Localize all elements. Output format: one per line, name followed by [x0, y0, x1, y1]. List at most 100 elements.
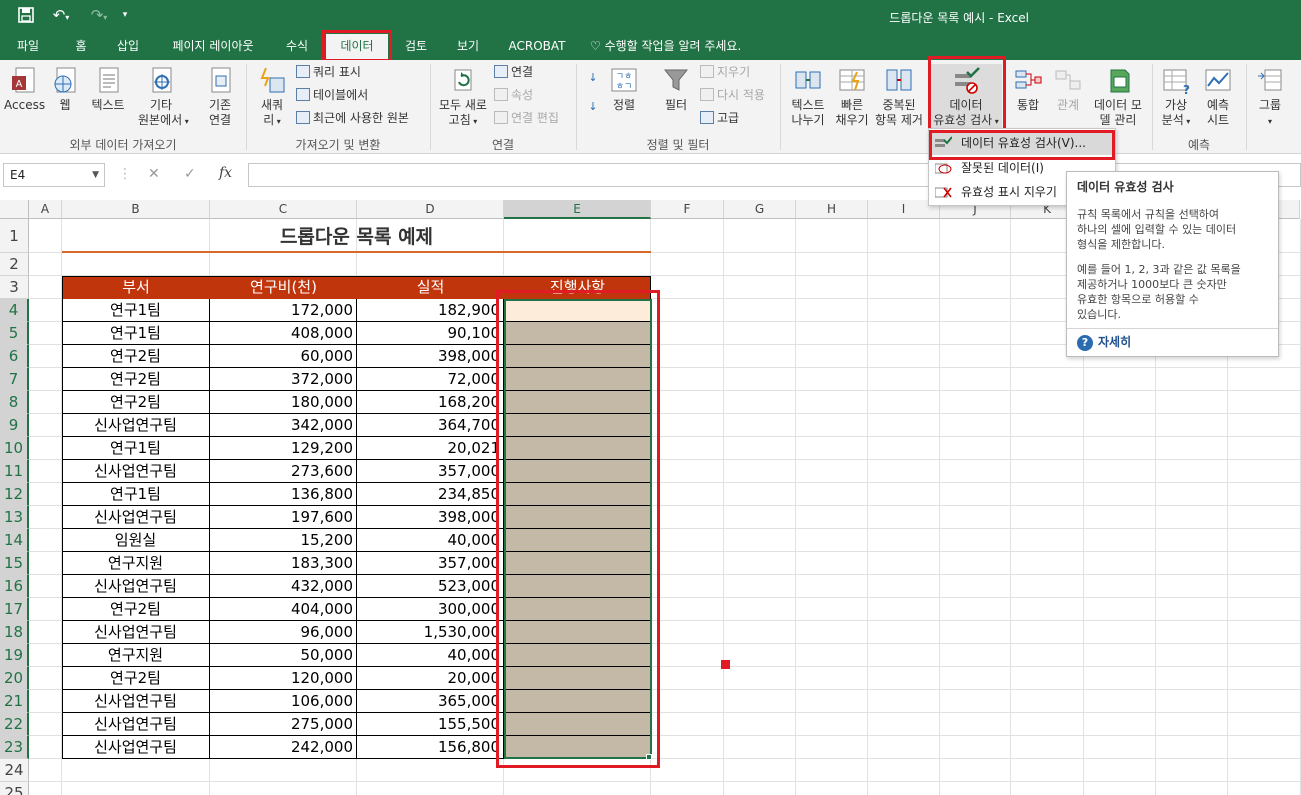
group-sort-filter: 정렬 및 필터 — [646, 138, 710, 152]
row-header-5[interactable]: 5 — [0, 322, 29, 345]
row-header-23[interactable]: 23 — [0, 736, 29, 759]
name-box-dropdown-icon[interactable]: ▼ — [92, 164, 99, 186]
row-header-14[interactable]: 14 — [0, 529, 29, 552]
row-header-20[interactable]: 20 — [0, 667, 29, 690]
row-header-2[interactable]: 2 — [0, 253, 29, 276]
column-header-e[interactable]: E — [504, 200, 651, 219]
column-header-b[interactable]: B — [62, 200, 210, 219]
row-header-19[interactable]: 19 — [0, 644, 29, 667]
recent-sources-icon — [296, 111, 310, 124]
row-header-4[interactable]: 4 — [0, 299, 29, 322]
tell-me-text: 수행할 작업을 알려 주세요. — [604, 39, 742, 53]
existing-connections-button[interactable]: 기존 연결 — [200, 66, 240, 128]
group-connections: 연결 — [491, 138, 515, 152]
cancel-icon[interactable]: ✕ — [148, 166, 160, 182]
lightbulb-icon: ♡ — [590, 39, 605, 53]
what-if-analysis-button[interactable]: ? 가상 분석 ▾ — [1156, 66, 1196, 129]
properties-button[interactable]: 속성 — [494, 86, 533, 106]
row-header-21[interactable]: 21 — [0, 690, 29, 713]
relationships-button[interactable]: 관계 — [1050, 66, 1086, 113]
forecast-sheet-icon — [1205, 69, 1231, 91]
reapply-button[interactable]: 다시 적용 — [700, 86, 765, 106]
connections-button[interactable]: 연결 — [494, 63, 533, 83]
recent-sources-button[interactable]: 최근에 사용한 원본 — [296, 109, 409, 129]
row-header-7[interactable]: 7 — [0, 368, 29, 391]
edit-links-button[interactable]: 연결 편집 — [494, 109, 559, 129]
access-button[interactable]: A Access — [4, 66, 45, 113]
refresh-all-button[interactable]: 모두 새로 고침 ▾ — [436, 66, 490, 129]
row-header-18[interactable]: 18 — [0, 621, 29, 644]
row-header-24[interactable]: 24 — [0, 759, 29, 782]
globe-icon — [54, 67, 76, 93]
edit-links-icon — [494, 111, 508, 124]
remove-duplicates-button[interactable]: 중복된 항목 제거 — [872, 66, 926, 128]
row-header-15[interactable]: 15 — [0, 552, 29, 575]
column-header-h[interactable]: H — [796, 200, 868, 219]
row-header-22[interactable]: 22 — [0, 713, 29, 736]
column-header-d[interactable]: D — [357, 200, 504, 219]
data-validation-tooltip: 데이터 유효성 검사 규칙 목록에서 규칙을 선택하여 하나의 셀에 입력할 수… — [1066, 171, 1279, 357]
sort-ascending-icon: ↓ — [588, 71, 598, 84]
row-header-10[interactable]: 10 — [0, 437, 29, 460]
grid-column-line — [939, 219, 940, 795]
row-header-3[interactable]: 3 — [0, 276, 29, 299]
text-file-icon — [99, 67, 119, 93]
consolidate-button[interactable]: 통합 — [1010, 66, 1046, 113]
insert-function-icon[interactable]: fx — [219, 165, 232, 181]
clear-filter-button[interactable]: 지우기 — [700, 63, 750, 83]
text-to-columns-button[interactable]: 텍스트 나누기 — [786, 66, 830, 128]
column-header-g[interactable]: G — [724, 200, 796, 219]
name-box[interactable]: E4 ▼ — [3, 163, 105, 187]
row-header-1[interactable]: 1 — [0, 219, 29, 253]
tell-me-box[interactable]: ♡ 수행할 작업을 알려 주세요. — [590, 32, 741, 60]
select-all-corner[interactable] — [0, 200, 29, 219]
flash-fill-button[interactable]: 빠른 채우기 — [834, 66, 870, 128]
manage-data-model-button[interactable]: 데이터 모델 관리 — [1090, 66, 1146, 128]
existing-connections-icon — [211, 67, 231, 93]
column-header-c[interactable]: C — [210, 200, 357, 219]
enter-icon[interactable]: ✓ — [184, 166, 196, 182]
row-header-25[interactable]: 25 — [0, 782, 29, 795]
advanced-filter-icon — [700, 111, 714, 124]
tab-view[interactable]: 보기 — [448, 32, 488, 60]
row-header-13[interactable]: 13 — [0, 506, 29, 529]
row-header-6[interactable]: 6 — [0, 345, 29, 368]
svg-text:ㅎㄱ: ㅎㄱ — [616, 82, 633, 92]
tooltip-more-link[interactable]: ? 자세히 — [1067, 328, 1278, 357]
show-queries-button[interactable]: 쿼리 표시 — [296, 63, 361, 83]
sort-button[interactable]: ㄱㅎ ㅎㄱ 정렬 — [606, 66, 642, 113]
forecast-sheet-button[interactable]: 예측 시트 — [1200, 66, 1236, 128]
sheet-title: 드롭다운 목록 예제 — [279, 226, 434, 248]
tab-page-layout[interactable]: 페이지 레이아웃 — [160, 32, 266, 60]
row-header-12[interactable]: 12 — [0, 483, 29, 506]
tab-review[interactable]: 검토 — [396, 32, 436, 60]
web-button[interactable]: 웹 — [48, 66, 82, 113]
sort-asc-button[interactable]: ↓ ↓ — [582, 70, 604, 114]
filter-button[interactable]: 필터 — [656, 66, 696, 113]
sort-descending-icon[interactable]: ↓ — [582, 99, 604, 114]
tab-formulas[interactable]: 수식 — [276, 32, 318, 60]
new-query-button[interactable]: 새쿼 리 ▾ — [254, 66, 290, 129]
red-marker — [721, 660, 730, 669]
row-header-11[interactable]: 11 — [0, 460, 29, 483]
advanced-filter-button[interactable]: 고급 — [700, 109, 739, 129]
row-header-17[interactable]: 17 — [0, 598, 29, 621]
from-table-button[interactable]: 테이블에서 — [296, 86, 368, 106]
row-header-8[interactable]: 8 — [0, 391, 29, 414]
properties-icon — [494, 88, 508, 101]
tab-file[interactable]: 파일 — [8, 32, 48, 60]
text-file-button[interactable]: 텍스트 — [86, 66, 130, 113]
column-header-f[interactable]: F — [651, 200, 724, 219]
window-title: 드롭다운 목록 예시 - Excel — [889, 11, 1029, 25]
column-header-a[interactable]: A — [29, 200, 62, 219]
highlight-menu-item — [929, 130, 1115, 160]
row-header-9[interactable]: 9 — [0, 414, 29, 437]
other-sources-button[interactable]: 기타 원본에서 ▾ — [138, 66, 189, 129]
tab-home[interactable]: 홈 — [64, 32, 98, 60]
row-header-16[interactable]: 16 — [0, 575, 29, 598]
highlight-selection — [496, 290, 660, 768]
tab-acrobat[interactable]: ACROBAT — [500, 32, 574, 60]
group-rows-button[interactable]: 그룹 ▾ — [1252, 66, 1288, 129]
tab-insert[interactable]: 삽입 — [108, 32, 148, 60]
grid-column-line — [723, 219, 724, 795]
